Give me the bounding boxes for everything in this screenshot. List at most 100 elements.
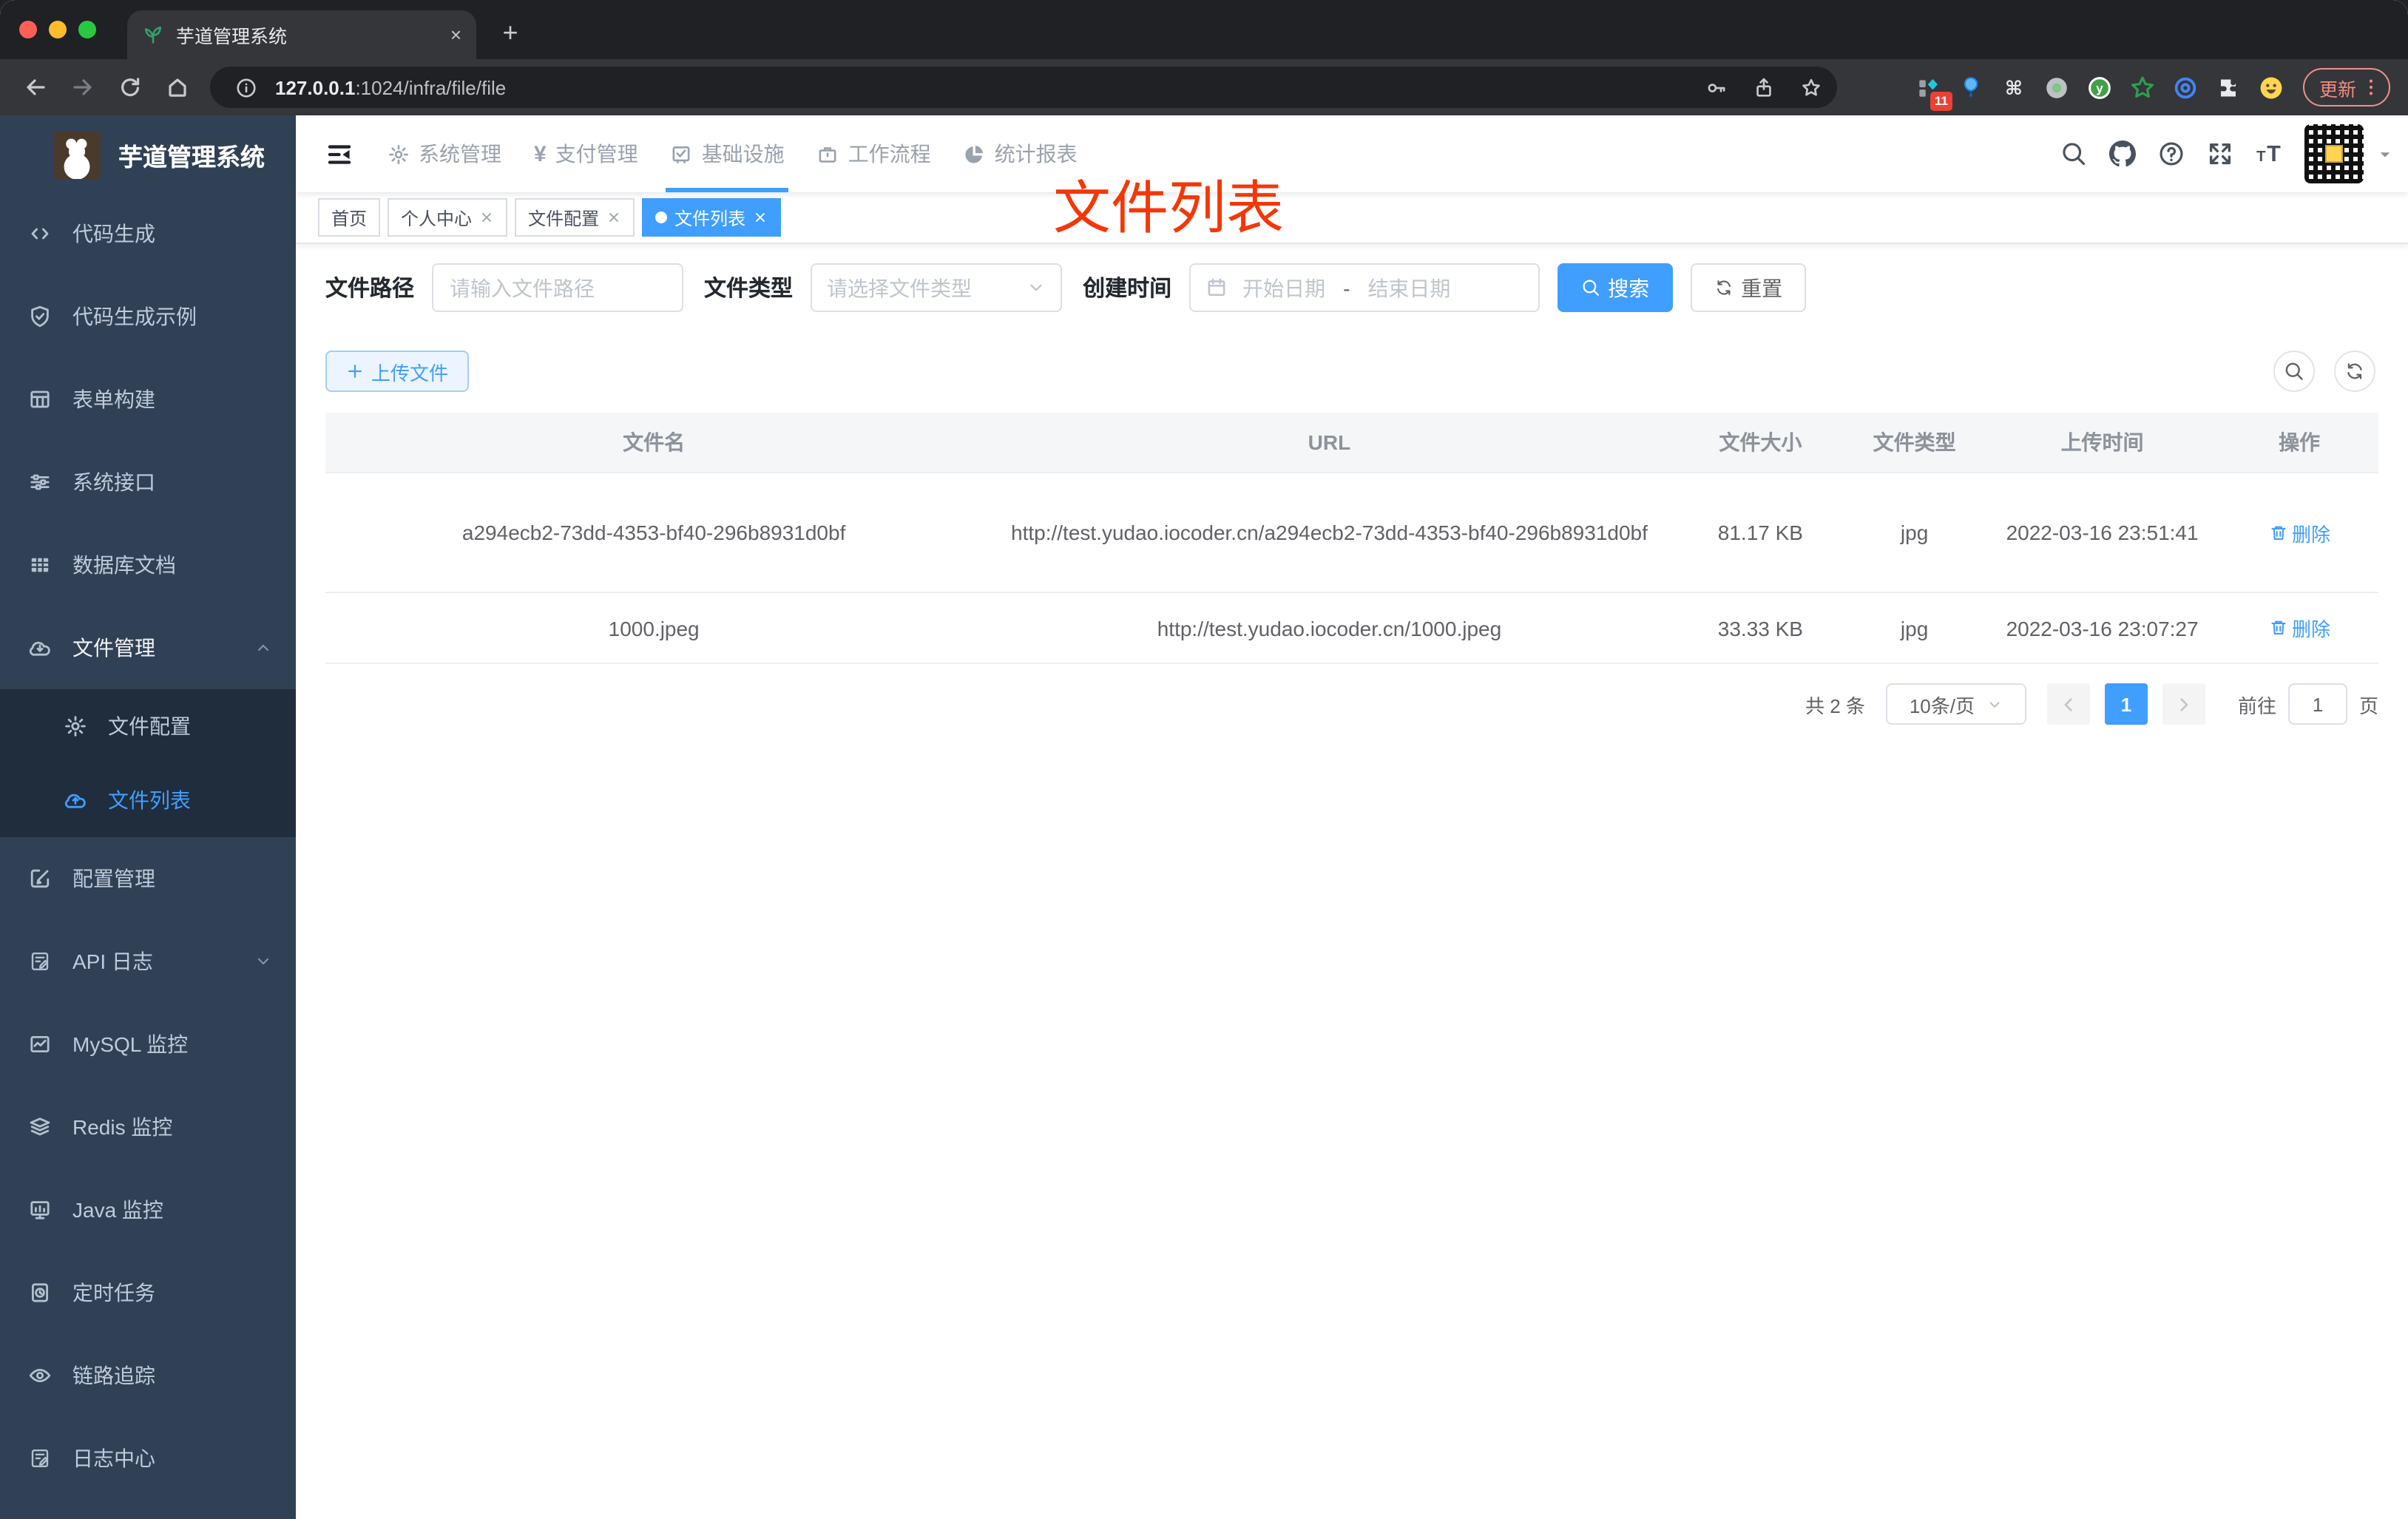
file-name-cell: 1000.jpeg bbox=[608, 616, 700, 640]
sidebar-fold-icon[interactable] bbox=[325, 140, 354, 168]
tag-label: 文件列表 bbox=[674, 208, 746, 229]
tag-label: 个人中心 bbox=[401, 208, 473, 229]
date-range-picker[interactable]: 开始日期 - 结束日期 bbox=[1189, 263, 1540, 312]
sidebar-item-system-api[interactable]: 系统接口 bbox=[0, 441, 296, 524]
sidebar-item-form-builder[interactable]: 表单构建 bbox=[0, 358, 296, 441]
extensions-badge-icon[interactable]: 11 bbox=[1914, 73, 1952, 110]
search-icon bbox=[1581, 278, 1600, 297]
window-zoom-button[interactable] bbox=[78, 21, 96, 38]
line-chart-icon bbox=[28, 1032, 52, 1056]
home-icon[interactable] bbox=[158, 68, 197, 106]
reload-icon[interactable] bbox=[111, 68, 149, 106]
window-close-button[interactable] bbox=[19, 21, 37, 38]
tag-home[interactable]: 首页 bbox=[318, 198, 381, 237]
new-tab-button[interactable]: + bbox=[491, 13, 530, 52]
sidebar-item-code-gen-demo[interactable]: 代码生成示例 bbox=[0, 275, 296, 358]
sidebar-item-label: 链路追踪 bbox=[72, 1364, 155, 1387]
browser-update-button[interactable]: 更新 bbox=[2302, 68, 2390, 106]
sidebar-item-log-center[interactable]: 日志中心 bbox=[0, 1417, 296, 1500]
sidebar-item-db-doc[interactable]: 数据库文档 bbox=[0, 524, 296, 606]
goto-page-input[interactable] bbox=[2287, 683, 2347, 725]
bookmark-star-icon[interactable] bbox=[1793, 70, 1828, 105]
upload-file-button[interactable]: 上传文件 bbox=[325, 351, 470, 392]
sidebar-item-config-management[interactable]: 配置管理 bbox=[0, 837, 296, 920]
blue-eye-icon[interactable] bbox=[2171, 73, 2199, 101]
kebab-menu-icon[interactable] bbox=[2361, 77, 2381, 98]
tag-file-list[interactable]: 文件列表 bbox=[642, 198, 782, 237]
next-page-button[interactable] bbox=[2162, 683, 2205, 725]
address-bar[interactable]: 127.0.0.1:1024/infra/file/file bbox=[210, 67, 1837, 108]
monitor-icon bbox=[28, 1198, 52, 1222]
search-button[interactable]: 搜索 bbox=[1558, 263, 1674, 312]
sidebar-item-label: 日志中心 bbox=[72, 1447, 155, 1470]
delete-button[interactable]: 删除 bbox=[2268, 614, 2330, 642]
info-icon[interactable] bbox=[228, 70, 263, 105]
sidebar-item-mysql-monitor[interactable]: MySQL 监控 bbox=[0, 1003, 296, 1086]
browser-tab[interactable]: 芋道管理系统 × bbox=[127, 10, 476, 59]
actions-cell: 删除 bbox=[2220, 614, 2378, 642]
window-minimize-button[interactable] bbox=[49, 21, 67, 38]
forward-icon[interactable] bbox=[64, 68, 102, 106]
sidebar-item-file-list[interactable]: 文件列表 bbox=[0, 763, 296, 837]
file-type-select[interactable]: 请选择文件类型 bbox=[811, 263, 1063, 312]
sidebar-logo: 芋道管理系统 bbox=[0, 118, 296, 192]
sidebar-item-label: Redis 监控 bbox=[72, 1115, 173, 1139]
eye-icon bbox=[28, 1364, 52, 1387]
app-title: 芋道管理系统 bbox=[118, 145, 265, 172]
sidebar-item-trace[interactable]: 链路追踪 bbox=[0, 1334, 296, 1417]
sidebar-item-file-config[interactable]: 文件配置 bbox=[0, 689, 296, 763]
sidebar-item-file-management[interactable]: 文件管理 bbox=[0, 606, 296, 689]
search-icon[interactable] bbox=[2060, 141, 2087, 167]
github-icon[interactable] bbox=[2109, 141, 2136, 167]
fullscreen-icon[interactable] bbox=[2207, 141, 2233, 167]
sidebar-item-api-log[interactable]: API 日志 bbox=[0, 920, 296, 1003]
sidebar-item-scheduled-tasks[interactable]: 定时任务 bbox=[0, 1251, 296, 1334]
topnav-tab-payment-management[interactable]: ¥ 支付管理 bbox=[518, 115, 655, 192]
plant-favicon-icon bbox=[142, 24, 164, 46]
close-icon[interactable] bbox=[753, 210, 768, 225]
tag-file-config[interactable]: 文件配置 bbox=[515, 198, 635, 237]
tag-profile[interactable]: 个人中心 bbox=[388, 198, 508, 237]
tab-close-icon[interactable]: × bbox=[450, 24, 461, 46]
share-icon[interactable] bbox=[1745, 70, 1781, 105]
topnav-tab-infrastructure[interactable]: 基础设施 bbox=[655, 115, 801, 192]
tags-view-bar: 首页 个人中心 文件配置 文件列表 bbox=[296, 192, 2408, 244]
balloon-icon[interactable] bbox=[1957, 73, 1985, 101]
font-size-icon[interactable]: TT bbox=[2256, 141, 2282, 167]
date-separator: - bbox=[1343, 276, 1350, 300]
briefcase-icon bbox=[817, 143, 839, 165]
caret-down-icon[interactable] bbox=[2377, 146, 2393, 162]
cloud-download-icon bbox=[28, 636, 52, 660]
record-icon[interactable] bbox=[2043, 73, 2071, 101]
file-type-cell: jpg bbox=[1900, 616, 1929, 640]
page-size-select[interactable]: 10条/页 bbox=[1885, 683, 2026, 725]
sidebar-item-code-gen[interactable]: 代码生成 bbox=[0, 192, 296, 275]
prev-page-button[interactable] bbox=[2046, 683, 2090, 725]
command-icon[interactable]: ⌘ bbox=[2000, 73, 2028, 101]
puzzle-icon[interactable] bbox=[2214, 73, 2242, 101]
green-star-icon[interactable] bbox=[2128, 73, 2157, 101]
file-path-input[interactable] bbox=[432, 263, 684, 312]
sidebar-item-redis-monitor[interactable]: Redis 监控 bbox=[0, 1086, 296, 1168]
toggle-search-button[interactable] bbox=[2273, 351, 2315, 392]
layers-icon bbox=[28, 1115, 52, 1139]
sidebar-item-java-monitor[interactable]: Java 监控 bbox=[0, 1168, 296, 1251]
close-icon[interactable] bbox=[479, 210, 494, 225]
user-avatar-qr[interactable] bbox=[2304, 124, 2364, 183]
sidebar-item-label: Java 监控 bbox=[72, 1198, 163, 1222]
topnav-tab-system-management[interactable]: 系统管理 bbox=[371, 115, 518, 192]
emoji-icon[interactable] bbox=[2257, 73, 2285, 101]
y-logo-icon[interactable]: y bbox=[2086, 73, 2114, 101]
topnav-tab-statistics[interactable]: 统计报表 bbox=[947, 115, 1094, 192]
delete-button[interactable]: 删除 bbox=[2268, 518, 2330, 547]
close-icon[interactable] bbox=[606, 210, 621, 225]
topnav-tab-workflow[interactable]: 工作流程 bbox=[801, 115, 947, 192]
back-icon[interactable] bbox=[16, 68, 55, 106]
refresh-icon bbox=[1714, 278, 1734, 297]
reset-button[interactable]: 重置 bbox=[1691, 263, 1807, 312]
page-number-button[interactable]: 1 bbox=[2104, 683, 2148, 725]
help-icon[interactable] bbox=[2158, 141, 2185, 167]
sidebar-item-label: 配置管理 bbox=[72, 867, 155, 890]
refresh-table-button[interactable] bbox=[2334, 351, 2375, 392]
key-icon[interactable] bbox=[1698, 70, 1734, 105]
